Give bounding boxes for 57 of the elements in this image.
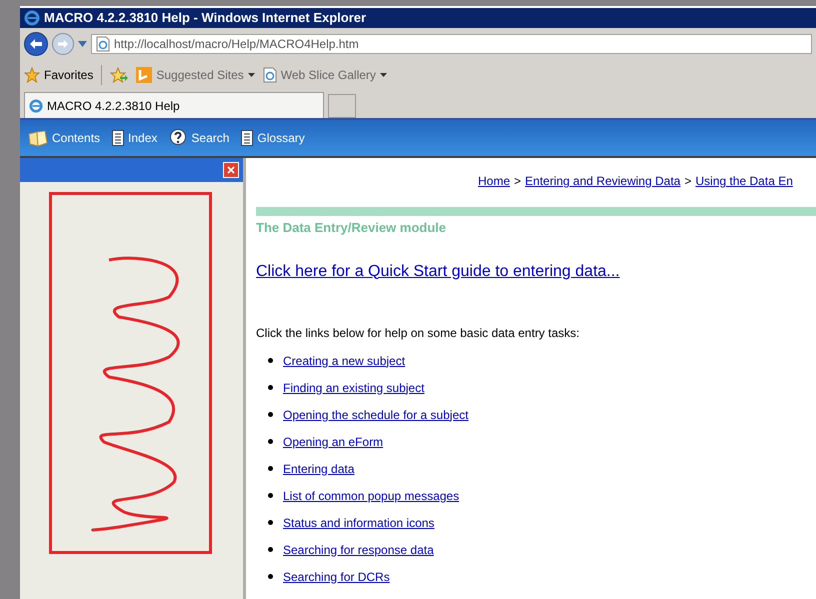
- address-field[interactable]: http://localhost/macro/Help/MACRO4Help.htm: [91, 34, 812, 54]
- breadcrumb-separator: >: [514, 173, 522, 190]
- help-topic-link[interactable]: Searching for DCRs: [283, 568, 390, 586]
- address-text: http://localhost/macro/Help/MACRO4Help.htm: [114, 36, 359, 53]
- page-icon: [96, 36, 110, 52]
- page-icon: [262, 67, 277, 83]
- window-title: MACRO 4.2.2.3810 Help - Windows Internet Explorer: [44, 9, 366, 28]
- close-button[interactable]: [223, 162, 239, 178]
- document-icon: [241, 130, 254, 146]
- help-topic-link[interactable]: Status and information icons: [283, 514, 434, 532]
- help-question-icon: [169, 129, 188, 147]
- back-button[interactable]: [24, 32, 48, 56]
- favorites-button[interactable]: Favorites: [24, 66, 94, 84]
- toolbar-button[interactable]: Search: [169, 129, 230, 147]
- bullet-icon: [268, 493, 273, 498]
- browser-logo-icon: [24, 10, 40, 26]
- browser-tab[interactable]: MACRO 4.2.2.3810 Help: [24, 92, 324, 118]
- bullet-icon: [268, 358, 273, 363]
- dropdown-caret-icon: [248, 73, 255, 77]
- quick-start-link[interactable]: Click here for a Quick Start guide to entering data...: [256, 260, 816, 284]
- forward-arrow-icon: [57, 39, 69, 49]
- intro-text: Click the links below for help on some basic data entry tasks:: [256, 324, 580, 342]
- help-topic-link[interactable]: List of common popup messages: [283, 486, 460, 504]
- add-favorite-icon[interactable]: [110, 67, 128, 83]
- breadcrumb-link[interactable]: Home: [478, 172, 510, 190]
- help-topic-link[interactable]: Entering data: [283, 460, 354, 478]
- favorites-bar-item[interactable]: Suggested Sites: [136, 66, 255, 84]
- bullet-icon: [268, 520, 273, 525]
- bullet-icon: [268, 412, 273, 417]
- bullet-icon: [268, 547, 273, 552]
- document-icon: [112, 130, 124, 146]
- search-engine-icon: [136, 67, 152, 83]
- dropdown-caret-icon[interactable]: [78, 41, 87, 47]
- new-tab-button[interactable]: [328, 94, 356, 118]
- section-heading: The Data Entry/Review module: [256, 219, 447, 237]
- breadcrumb-link[interactable]: Entering and Reviewing Data: [525, 172, 680, 190]
- help-topic-link[interactable]: Searching for response data: [283, 540, 434, 558]
- bullet-icon: [268, 574, 273, 579]
- breadcrumb-separator: >: [684, 173, 692, 190]
- help-topic-link[interactable]: Creating a new subject: [283, 352, 406, 370]
- help-topic-link[interactable]: Opening an eForm: [283, 432, 384, 450]
- bullet-icon: [268, 385, 273, 390]
- bullet-icon: [268, 466, 273, 471]
- help-topic-link[interactable]: Finding an existing subject: [283, 378, 424, 396]
- toolbar-button[interactable]: Glossary: [241, 129, 305, 147]
- bullet-icon: [268, 439, 273, 444]
- browser-logo-icon: [29, 98, 43, 112]
- favorites-bar-item[interactable]: Web Slice Gallery: [262, 66, 387, 84]
- toolbar-button[interactable]: Index: [112, 129, 158, 147]
- dropdown-caret-icon: [380, 73, 387, 77]
- help-topic-link[interactable]: Opening the schedule for a subject: [283, 406, 468, 424]
- back-arrow-icon: [29, 38, 43, 50]
- open-book-icon: [28, 129, 48, 147]
- toolbar-button[interactable]: Contents: [28, 129, 100, 147]
- breadcrumb-link[interactable]: Using the Data En: [695, 172, 793, 190]
- star-icon: [24, 67, 40, 83]
- close-icon: [227, 166, 235, 174]
